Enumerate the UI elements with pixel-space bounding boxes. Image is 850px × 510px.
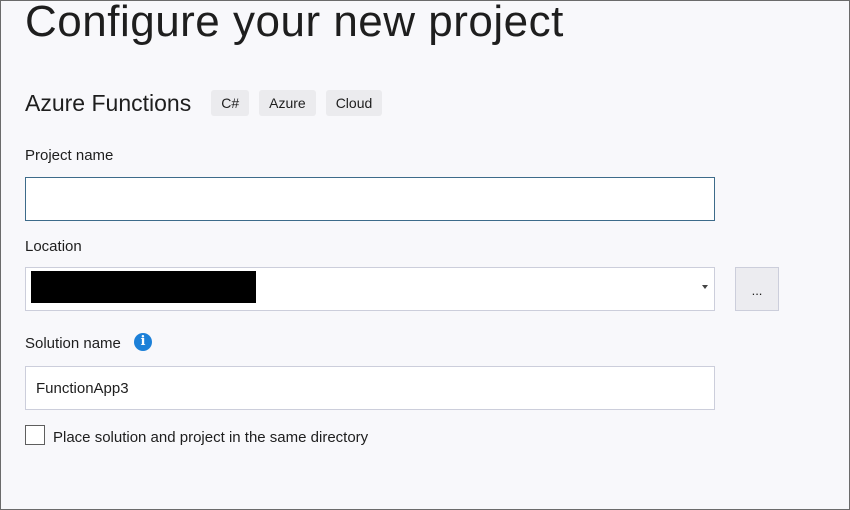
location-label: Location [25,238,82,255]
tag-azure: Azure [259,90,316,116]
page-title: Configure your new project [25,0,564,46]
project-name-input[interactable] [25,177,715,221]
browse-location-button[interactable]: ... [735,267,779,311]
template-name: Azure Functions [25,89,192,116]
tag-cloud: Cloud [325,90,383,116]
info-icon[interactable]: i [134,333,152,351]
solution-name-label: Solution name [25,335,121,352]
template-header: Azure Functions C# Azure Cloud [25,89,392,117]
same-directory-checkbox[interactable] [25,425,45,445]
same-directory-label[interactable]: Place solution and project in the same d… [53,429,368,446]
solution-name-input[interactable] [25,366,715,410]
chevron-down-icon[interactable] [702,285,708,289]
dialog-window: Configure your new project Azure Functio… [0,0,850,510]
project-name-label: Project name [25,147,114,164]
location-value-redacted [31,271,256,303]
tag-csharp: C# [211,90,250,116]
location-combobox[interactable] [25,267,715,311]
